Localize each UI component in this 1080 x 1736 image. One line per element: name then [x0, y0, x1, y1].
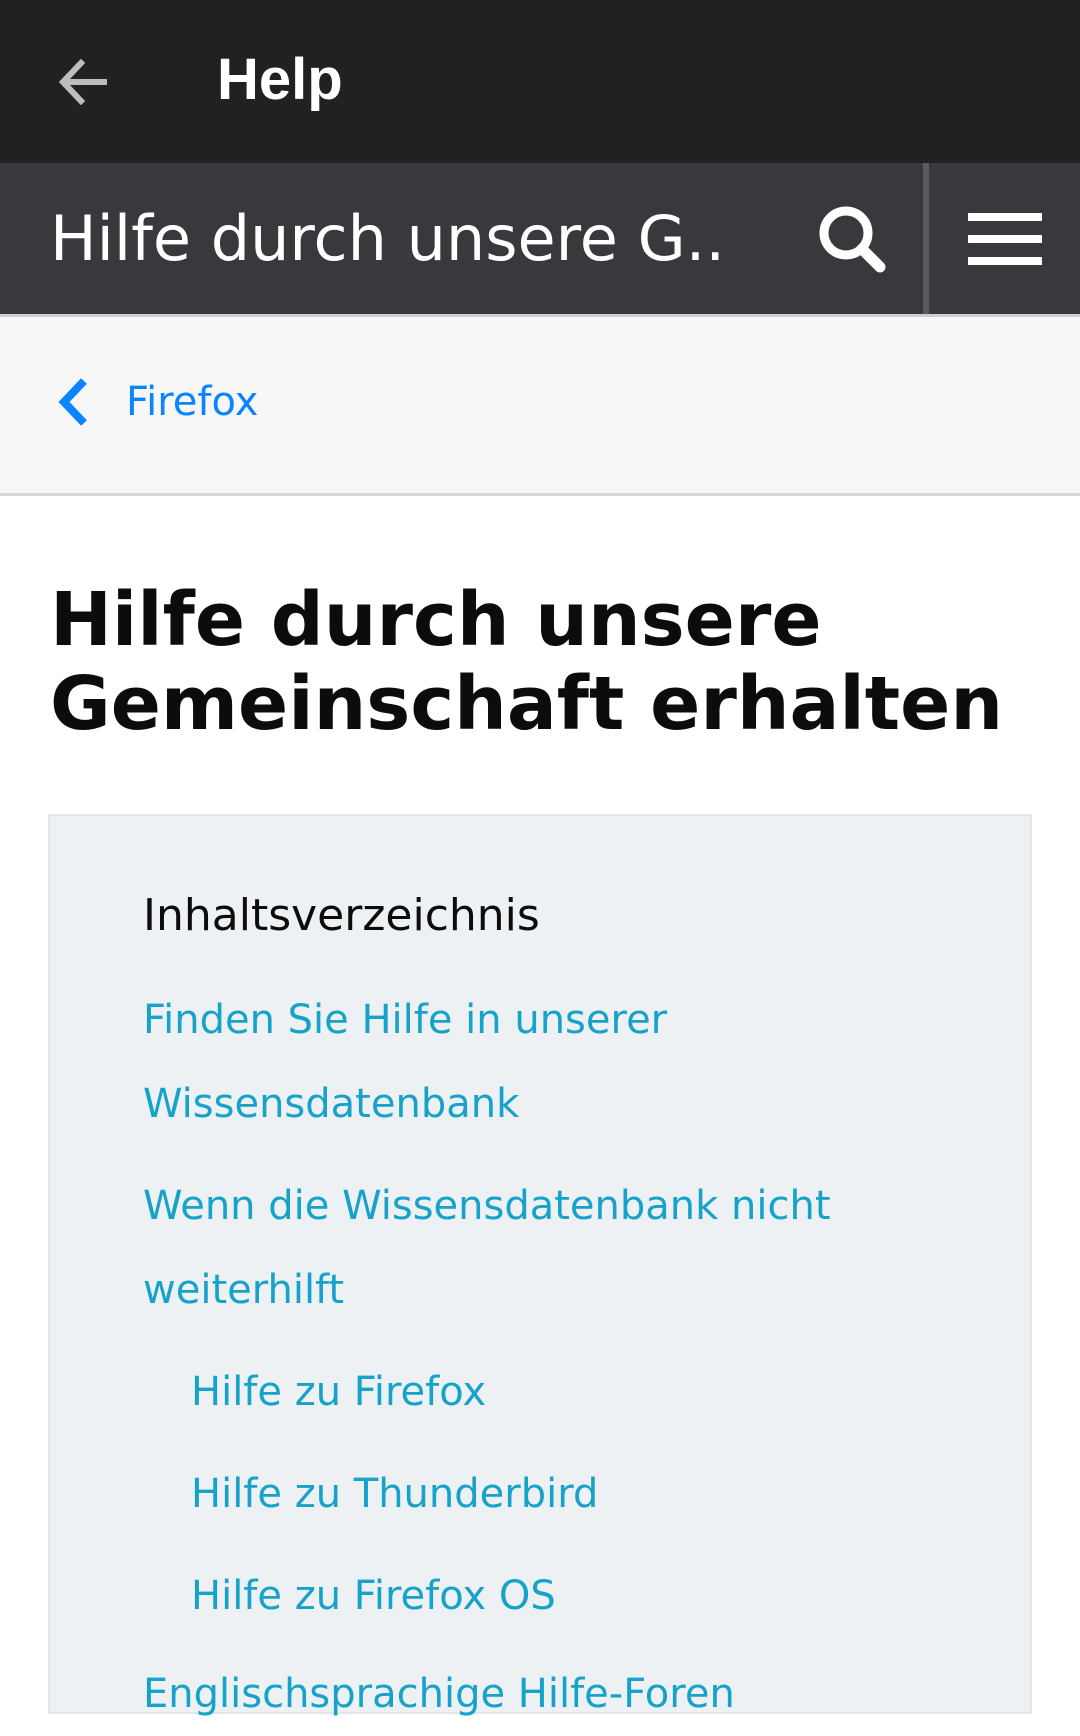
toc-heading: Inhaltsverzeichnis: [143, 890, 540, 941]
app-bar: Help: [0, 0, 1080, 163]
breadcrumb-label: Firefox: [126, 379, 259, 425]
search-button[interactable]: [800, 199, 904, 279]
table-of-contents: Inhaltsverzeichnis Finden Sie Hilfe in u…: [48, 814, 1032, 1717]
toc-item-thunderbird-help[interactable]: Hilfe zu Thunderbird: [191, 1452, 971, 1536]
toc-item-firefox-help[interactable]: Hilfe zu Firefox: [191, 1350, 971, 1434]
hamburger-menu-icon: [968, 213, 1042, 265]
back-button[interactable]: [44, 42, 124, 122]
site-header-title: Hilfe durch unsere G...: [50, 202, 730, 275]
arrow-left-icon: [58, 59, 107, 105]
toc-item-kb-not-helpful[interactable]: Wenn die Wissensdatenbank nicht weiterhi…: [143, 1164, 843, 1332]
app-title: Help: [217, 47, 343, 112]
site-header: Hilfe durch unsere G...: [0, 163, 1080, 314]
breadcrumb: Firefox: [0, 317, 1080, 496]
search-icon: [819, 206, 886, 273]
chevron-left-icon: [56, 367, 106, 437]
page-title: Hilfe durch unsere Gemeinschaft erhalten: [50, 577, 1004, 747]
toc-item-knowledge-base[interactable]: Finden Sie Hilfe in unserer Wissensdaten…: [143, 978, 743, 1146]
menu-button[interactable]: [950, 199, 1060, 279]
toc-item-firefox-os-help[interactable]: Hilfe zu Firefox OS: [191, 1554, 971, 1638]
toc-item-english-forums[interactable]: Englischsprachige Hilfe-Foren: [143, 1652, 923, 1736]
header-divider: [923, 163, 929, 314]
breadcrumb-link-firefox[interactable]: Firefox: [56, 367, 258, 437]
